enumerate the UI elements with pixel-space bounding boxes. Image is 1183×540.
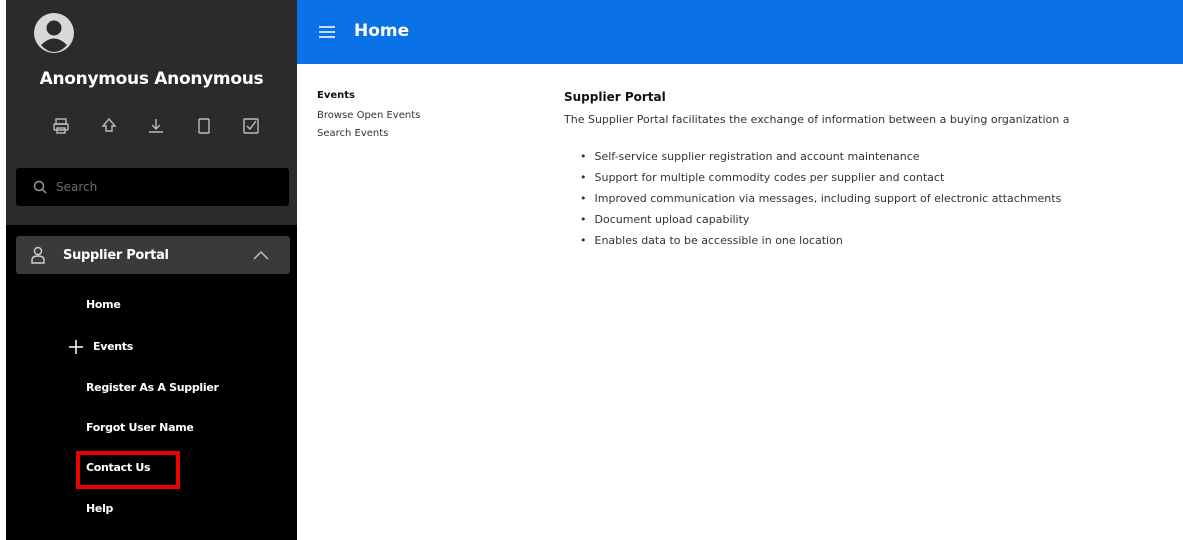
nav-group-label: Supplier Portal	[63, 247, 169, 263]
person-icon	[31, 246, 45, 264]
content-title: Supplier Portal	[564, 90, 666, 104]
browse-open-events-link[interactable]: Browse Open Events	[317, 110, 420, 121]
checkbox-icon[interactable]	[240, 115, 262, 137]
highlight-box	[76, 451, 180, 489]
feature-item: Improved communication via messages, inc…	[580, 192, 1062, 205]
header-bar: Home	[297, 0, 1183, 64]
feature-item: Enables data to be accessible in one loc…	[580, 234, 843, 247]
sidebar-user-panel: Anonymous Anonymous	[6, 0, 297, 225]
content-description: The Supplier Portal facilitates the exch…	[564, 113, 1070, 126]
feature-item: Document upload capability	[580, 213, 750, 226]
toolbar	[50, 114, 262, 138]
chevron-up-icon[interactable]	[252, 249, 270, 261]
events-heading: Events	[317, 90, 355, 101]
page-title: Home	[354, 21, 410, 41]
user-name: Anonymous Anonymous	[39, 69, 264, 89]
search-box	[16, 168, 289, 206]
print-icon[interactable]	[50, 115, 72, 137]
bell-icon[interactable]	[98, 115, 120, 137]
feature-item: Support for multiple commodity codes per…	[580, 171, 945, 184]
search-events-link[interactable]: Search Events	[317, 128, 388, 139]
search-input[interactable]	[56, 180, 276, 194]
sidebar-item-help[interactable]: Help	[86, 502, 113, 515]
sidebar-item-forgot-username[interactable]: Forgot User Name	[86, 421, 194, 434]
sidebar-item-events[interactable]: Events	[93, 340, 133, 353]
sidebar-item-register[interactable]: Register As A Supplier	[86, 381, 219, 394]
avatar-icon[interactable]	[33, 12, 75, 54]
download-icon[interactable]	[145, 115, 167, 137]
feature-item: Self-service supplier registration and a…	[580, 150, 920, 163]
plus-icon[interactable]	[66, 337, 86, 357]
sidebar-item-home[interactable]: Home	[86, 298, 121, 311]
search-icon	[33, 180, 47, 194]
hamburger-menu-icon[interactable]	[319, 25, 335, 39]
nav-group-supplier-portal[interactable]: Supplier Portal	[16, 236, 290, 274]
bookmark-icon[interactable]	[193, 115, 215, 137]
